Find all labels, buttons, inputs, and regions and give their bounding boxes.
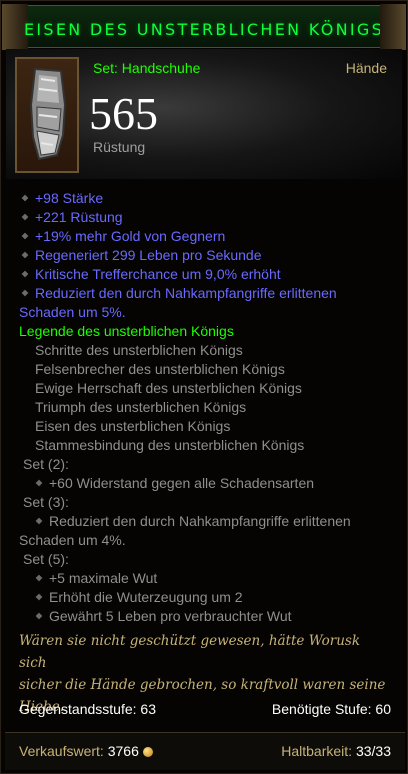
set-piece: Schritte des unsterblichen Königs <box>35 342 243 358</box>
sell-value: Verkaufswert: 3766 <box>19 743 153 759</box>
level-info: Gegenstandsstufe: 63 Benötigte Stufe: 60 <box>19 701 391 717</box>
bullet-icon <box>21 213 29 221</box>
armor-value: 565 <box>89 88 158 139</box>
set-piece: Ewige Herrschaft des unsterblichen König… <box>35 380 302 396</box>
item-slot: Hände <box>345 60 387 76</box>
set-bonus-line: Gewährt 5 Leben pro verbrauchter Wut <box>19 607 389 626</box>
set-piece: Felsenbrecher des unsterblichen Königs <box>35 361 285 377</box>
set-bonus-line-continuation: Schaden um 4%. <box>19 532 126 548</box>
gold-coin-icon <box>142 747 153 757</box>
tooltip-header: EISEN DES UNSTERBLICHEN KÖNIGS <box>2 4 403 50</box>
bullet-icon <box>35 593 43 601</box>
set-piece: Triumph des unsterblichen Königs <box>35 399 247 415</box>
set-piece: Stammesbindung des unsterblichen Königs <box>35 437 305 453</box>
affix-line: +98 Stärke <box>19 189 389 208</box>
item-title: EISEN DES UNSTERBLICHEN KÖNIGS <box>23 20 385 39</box>
set-name: Legende des unsterblichen Königs <box>19 323 234 339</box>
item-tooltip: EISEN DES UNSTERBLICHEN KÖNIGS Set: Hand… <box>0 0 408 774</box>
bullet-icon <box>35 517 43 525</box>
affix-line: Regeneriert 299 Leben pro Sekunde <box>19 246 389 265</box>
bullet-icon <box>21 289 29 297</box>
item-icon-frame <box>15 57 79 173</box>
durability-value: 33/33 <box>355 743 391 759</box>
set-bonus-line: +5 maximale Wut <box>19 569 389 588</box>
tooltip-body: +98 Stärke +221 Rüstung +19% mehr Gold v… <box>19 189 389 718</box>
tooltip-footer: Verkaufswert: 3766 Haltbarkeit: 33/33 <box>5 732 405 770</box>
bullet-icon <box>21 270 29 278</box>
bullet-icon <box>35 479 43 487</box>
item-level: Gegenstandsstufe: 63 <box>19 701 156 717</box>
set-bonus-line: Erhöht die Wuterzeugung um 2 <box>19 588 389 607</box>
armor-label: Rüstung <box>93 139 146 155</box>
affix-line: +19% mehr Gold von Gegnern <box>19 227 389 246</box>
durability: Haltbarkeit: 33/33 <box>281 743 391 759</box>
bullet-icon <box>21 194 29 202</box>
set-bonus-3-label: Set (3): <box>23 494 69 510</box>
affix-line: Kritische Trefferchance um 9,0% erhöht <box>19 265 389 284</box>
affix-line: +221 Rüstung <box>19 208 389 227</box>
bullet-icon <box>35 574 43 582</box>
required-level: Benötigte Stufe: 60 <box>271 701 391 717</box>
bullet-icon <box>35 612 43 620</box>
set-bonus-5-label: Set (5): <box>23 551 69 567</box>
gauntlet-icon <box>29 67 67 161</box>
affix-line-continuation: Schaden um 5%. <box>19 304 126 320</box>
item-type: Set: Handschuhe <box>93 60 201 76</box>
set-bonus-2-label: Set (2): <box>23 456 69 472</box>
set-bonus-line: +60 Widerstand gegen alle Schadensarten <box>19 474 389 493</box>
bullet-icon <box>21 251 29 259</box>
bullet-icon <box>21 232 29 240</box>
affix-line: Reduziert den durch Nahkampfangriffe erl… <box>19 284 389 303</box>
set-bonus-line: Reduziert den durch Nahkampfangriffe erl… <box>19 512 389 531</box>
sell-value-amount: 3766 <box>107 743 139 759</box>
set-piece: Eisen des unsterblichen Königs <box>35 418 231 434</box>
